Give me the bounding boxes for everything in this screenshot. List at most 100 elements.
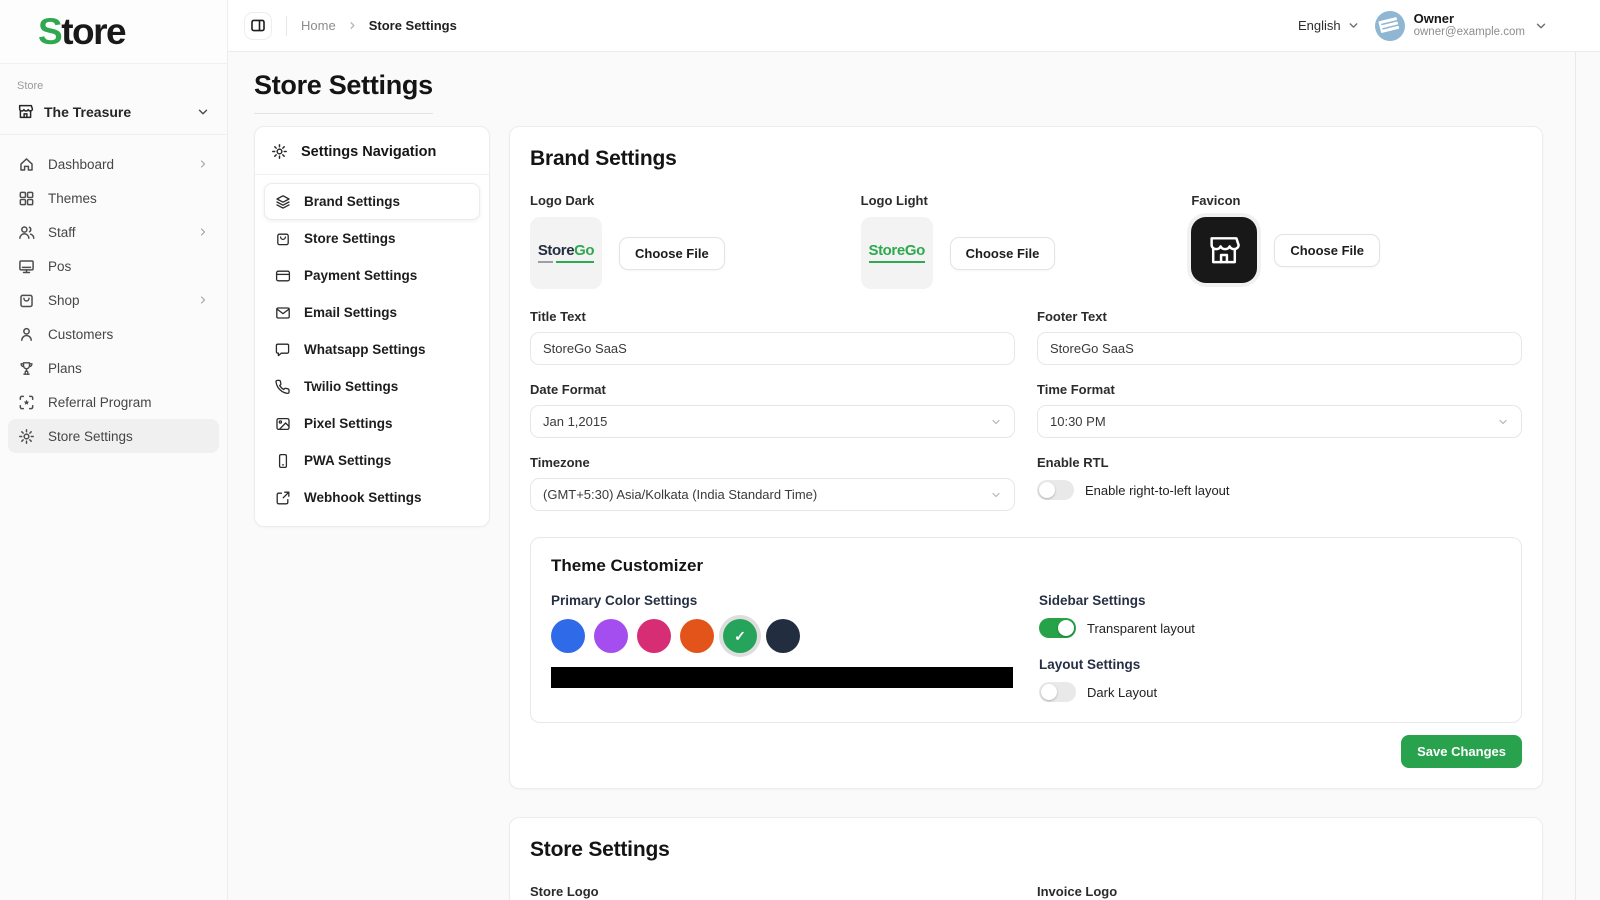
sidebar-item-pos[interactable]: Pos (8, 249, 219, 283)
color-swatch-orange[interactable] (680, 619, 714, 653)
chevron-right-icon (197, 294, 209, 306)
language-selector[interactable]: English (1298, 18, 1360, 33)
settings-nav-item-payment[interactable]: Payment Settings (264, 257, 480, 294)
app-logo-rest: tore (61, 11, 125, 53)
sidebar-item-label: Pos (48, 259, 71, 274)
store-section-label: Store (17, 80, 210, 92)
chevron-down-icon (196, 105, 210, 119)
image-icon (275, 416, 291, 432)
time-format-select[interactable]: 10:30 PM (1037, 405, 1522, 438)
settings-nav-item-pixel[interactable]: Pixel Settings (264, 405, 480, 442)
sidebar-item-shop[interactable]: Shop (8, 283, 219, 317)
footer-text-input[interactable] (1037, 332, 1522, 365)
settings-nav-item-label: Store Settings (304, 231, 396, 246)
main-area: Home Store Settings English Owner owner@… (228, 0, 1600, 900)
logo-tagline (869, 261, 925, 263)
sidebar-item-label: Store Settings (48, 429, 133, 444)
logo-light-choose-file-button[interactable]: Choose File (950, 237, 1056, 270)
settings-nav-item-webhook[interactable]: Webhook Settings (264, 479, 480, 516)
sidebar-toggle-button[interactable] (244, 12, 272, 40)
color-swatch-blue[interactable] (551, 619, 585, 653)
date-format-label: Date Format (530, 382, 1015, 397)
settings-nav-item-brand[interactable]: Brand Settings (264, 183, 480, 220)
settings-nav-item-pwa[interactable]: PWA Settings (264, 442, 480, 479)
logo-dark-choose-file-button[interactable]: Choose File (619, 237, 725, 270)
settings-nav-item-email[interactable]: Email Settings (264, 294, 480, 331)
sidebar-item-plans[interactable]: Plans (8, 351, 219, 385)
dark-layout-toggle[interactable] (1039, 682, 1076, 702)
transparent-layout-toggle[interactable] (1039, 618, 1076, 638)
store-settings-card: Store Settings Store Logo Invoice Logo (509, 817, 1543, 900)
settings-nav-item-label: Whatsapp Settings (304, 342, 426, 357)
app-logo[interactable]: Store (0, 0, 227, 64)
color-swatch-purple[interactable] (594, 619, 628, 653)
logo-preview-go: Go (905, 242, 925, 259)
user-icon (18, 326, 35, 343)
custom-color-picker[interactable] (551, 667, 1013, 688)
enable-rtl-label: Enable RTL (1037, 455, 1522, 470)
timezone-value: (GMT+5:30) Asia/Kolkata (India Standard … (543, 487, 817, 502)
save-changes-button[interactable]: Save Changes (1401, 735, 1522, 768)
timezone-field-group: Timezone (GMT+5:30) Asia/Kolkata (India … (530, 455, 1015, 511)
dark-layout-label: Dark Layout (1087, 685, 1157, 700)
rtl-toggle-label: Enable right-to-left layout (1085, 483, 1230, 498)
enable-rtl-field-group: Enable RTL Enable right-to-left layout (1037, 455, 1522, 511)
sidebar-item-label: Customers (48, 327, 113, 342)
chevron-down-icon (1347, 19, 1360, 32)
page-content: Store Settings Settings Navigation Brand… (228, 52, 1600, 900)
logo-preview-s: Store (868, 242, 904, 259)
favicon-label: Favicon (1191, 193, 1522, 208)
language-label: English (1298, 18, 1341, 33)
brand-settings-title: Brand Settings (530, 147, 1522, 171)
settings-nav-item-label: Brand Settings (304, 194, 400, 209)
sidebar-item-customers[interactable]: Customers (8, 317, 219, 351)
sidebar-item-label: Referral Program (48, 395, 152, 410)
color-swatches: ✓ (551, 619, 1017, 653)
users-icon (18, 224, 35, 241)
grid-icon (18, 190, 35, 207)
breadcrumb-current: Store Settings (369, 18, 457, 33)
avatar (1375, 11, 1405, 41)
settings-nav-item-label: Pixel Settings (304, 416, 393, 431)
favicon-choose-file-button[interactable]: Choose File (1274, 234, 1380, 267)
referral-icon (18, 394, 35, 411)
sidebar-item-themes[interactable]: Themes (8, 181, 219, 215)
settings-nav-item-whatsapp[interactable]: Whatsapp Settings (264, 331, 480, 368)
logo-dark-label: Logo Dark (530, 193, 861, 208)
date-format-select[interactable]: Jan 1,2015 (530, 405, 1015, 438)
time-format-value: 10:30 PM (1050, 414, 1106, 429)
timezone-select[interactable]: (GMT+5:30) Asia/Kolkata (India Standard … (530, 478, 1015, 511)
rtl-toggle[interactable] (1037, 480, 1074, 500)
page-title: Store Settings (254, 70, 433, 114)
app-logo-accent: S (38, 11, 61, 53)
scrollbar-track[interactable] (1575, 52, 1576, 900)
sidebar-settings-label: Sidebar Settings (1039, 593, 1501, 608)
theme-customizer: Theme Customizer Primary Color Settings … (530, 537, 1522, 723)
settings-nav-item-twilio[interactable]: Twilio Settings (264, 368, 480, 405)
sidebar-item-dashboard[interactable]: Dashboard (8, 147, 219, 181)
sidebar-item-staff[interactable]: Staff (8, 215, 219, 249)
title-text-input[interactable] (530, 332, 1015, 365)
breadcrumb-home[interactable]: Home (301, 18, 336, 33)
brand-settings-card: Brand Settings Logo Dark StoreGo Choose … (509, 126, 1543, 789)
color-swatch-navy[interactable] (766, 619, 800, 653)
gear-icon (18, 428, 35, 445)
color-swatch-green-selected[interactable]: ✓ (723, 619, 757, 653)
breadcrumb: Home Store Settings (301, 18, 457, 33)
app-root: Store Store The Treasure Dashbo (0, 0, 1600, 900)
chevron-right-icon (347, 20, 358, 31)
settings-nav-item-store[interactable]: Store Settings (264, 220, 480, 257)
logo-light-label: Logo Light (861, 193, 1192, 208)
chevron-right-icon (197, 158, 209, 170)
sidebar-item-store-settings[interactable]: Store Settings (8, 419, 219, 453)
phone-icon (275, 379, 291, 395)
sidebar-item-referral-program[interactable]: Referral Program (8, 385, 219, 419)
invoice-logo-label: Invoice Logo (1037, 884, 1522, 899)
sidebar-item-label: Themes (48, 191, 97, 206)
color-swatch-pink[interactable] (637, 619, 671, 653)
user-menu[interactable]: Owner owner@example.com (1375, 11, 1548, 41)
trophy-icon (18, 360, 35, 377)
user-name: Owner (1414, 11, 1525, 27)
store-selector[interactable]: The Treasure (17, 103, 210, 120)
sidebar-nav: Dashboard Themes Staff Pos Shop (0, 135, 227, 465)
